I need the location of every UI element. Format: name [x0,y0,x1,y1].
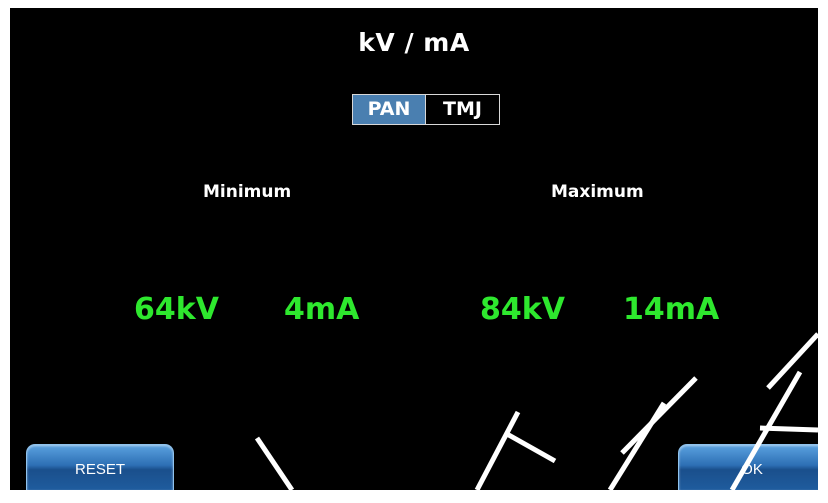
watermark-stroke [505,431,557,464]
mode-toggle: PAN TMJ [352,94,500,125]
maximum-ma-value: 14mA [623,292,720,327]
minimum-ma-value: 4mA [284,292,360,327]
page-title: kV / mA [358,28,470,57]
watermark-graphic [254,332,818,490]
minimum-label: Minimum [203,182,292,202]
watermark-stroke [766,332,818,390]
mode-tmj-button[interactable]: TMJ [426,95,499,124]
watermark-stroke [254,436,295,490]
reset-button[interactable]: RESET [26,444,174,490]
ok-button[interactable]: OK [678,444,818,490]
watermark-stroke [620,376,698,455]
watermark-stroke [607,401,667,490]
mode-pan-button[interactable]: PAN [353,95,426,124]
kv-ma-screen: kV / mA PAN TMJ Minimum Maximum 64kV 4mA… [10,8,818,490]
minimum-kv-value: 64kV [134,292,219,327]
maximum-label: Maximum [551,182,644,202]
maximum-kv-value: 84kV [480,292,565,327]
watermark-stroke [474,410,521,490]
watermark-stroke [759,425,818,433]
